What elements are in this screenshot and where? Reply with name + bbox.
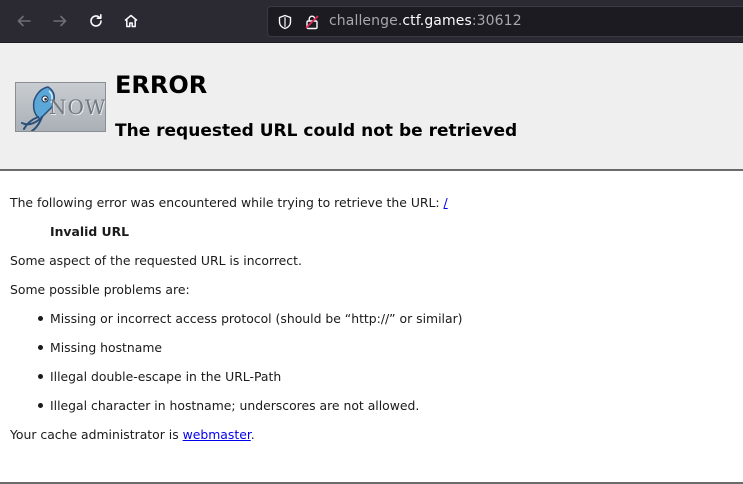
url-domain: ctf.games	[402, 13, 472, 29]
admin-suffix: .	[250, 427, 255, 442]
home-icon	[124, 14, 138, 28]
bullet-icon	[38, 345, 43, 350]
browser-toolbar: challenge.ctf.games:30612	[0, 0, 743, 43]
home-button[interactable]	[118, 8, 144, 34]
bullet-icon	[38, 316, 43, 321]
list-item: Illegal double-escape in the URL-Path	[50, 369, 282, 384]
squid-logo: NOW	[15, 82, 106, 132]
url-port: :30612	[471, 13, 522, 29]
intro-line: The following error was encountered whil…	[10, 195, 448, 210]
webmaster-link[interactable]: webmaster	[183, 427, 251, 442]
shield-icon[interactable]	[277, 14, 293, 30]
requested-url-link[interactable]: /	[444, 195, 448, 210]
list-item: Illegal character in hostname; underscor…	[50, 398, 420, 413]
intro-text: The following error was encountered whil…	[10, 195, 444, 210]
forward-arrow-icon	[53, 15, 67, 27]
lock-icon[interactable]	[304, 14, 320, 30]
aspect-text: Some aspect of the requested URL is inco…	[10, 253, 302, 268]
bullet-icon	[38, 403, 43, 408]
admin-text: Your cache administrator is	[10, 427, 183, 442]
admin-line: Your cache administrator is webmaster.	[10, 427, 255, 442]
url-text[interactable]: challenge.ctf.games:30612	[329, 13, 522, 29]
error-title: ERROR	[115, 71, 208, 99]
back-arrow-icon	[17, 15, 31, 27]
forward-button[interactable]	[47, 8, 73, 34]
reload-button[interactable]	[83, 8, 109, 34]
list-item: Missing hostname	[50, 340, 163, 355]
error-name: Invalid URL	[50, 224, 130, 239]
reload-icon	[90, 14, 102, 27]
error-subtitle: The requested URL could not be retrieved	[115, 121, 518, 141]
problems-heading: Some possible problems are:	[10, 282, 190, 297]
error-header: NOW ERROR The requested URL could not be…	[0, 43, 743, 171]
bullet-icon	[38, 374, 43, 379]
list-item: Missing or incorrect access protocol (sh…	[50, 311, 463, 326]
address-bar[interactable]: challenge.ctf.games:30612	[267, 6, 743, 37]
back-button[interactable]	[11, 8, 37, 34]
logo-text: NOW	[49, 95, 106, 119]
url-host: challenge.	[329, 13, 403, 29]
